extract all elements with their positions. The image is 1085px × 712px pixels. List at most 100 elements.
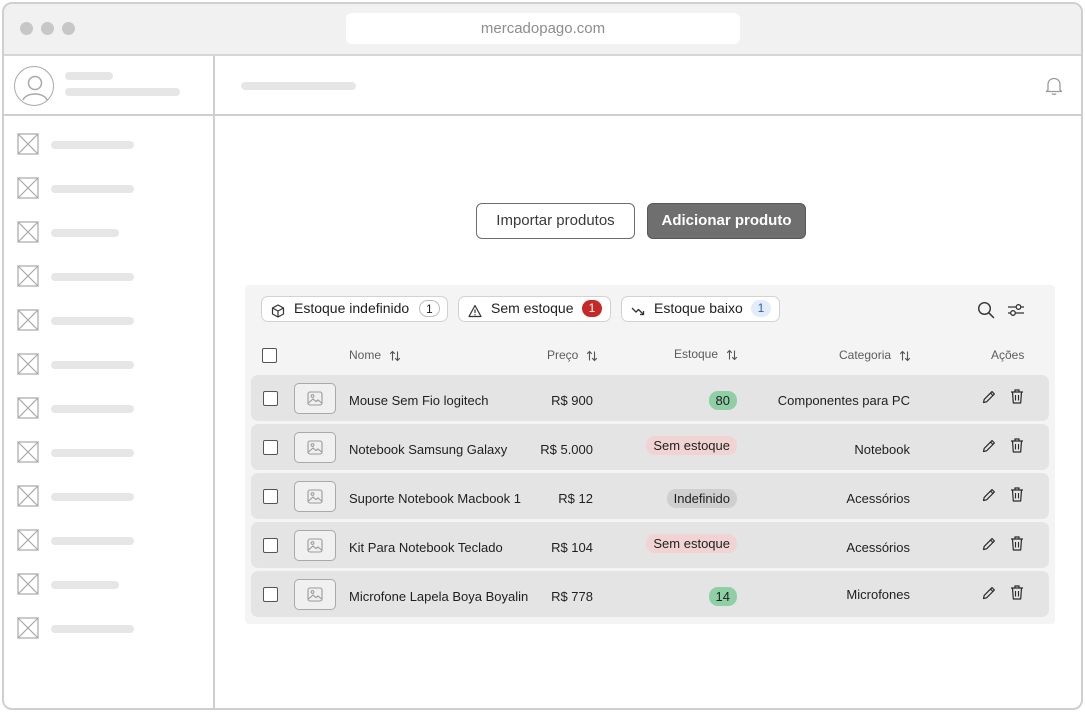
row-checkbox[interactable] bbox=[263, 587, 278, 602]
filter-chip-undefined-stock[interactable]: Estoque indefinido 1 bbox=[261, 296, 448, 322]
row-checkbox[interactable] bbox=[263, 391, 278, 406]
sidebar-item[interactable] bbox=[4, 529, 209, 553]
row-checkbox[interactable] bbox=[263, 489, 278, 504]
sidebar-item[interactable] bbox=[4, 397, 209, 421]
image-placeholder-icon bbox=[17, 485, 39, 507]
edit-icon[interactable] bbox=[981, 585, 997, 601]
product-name: Mouse Sem Fio logitech bbox=[349, 393, 489, 408]
browser-toolbar: mercadopago.com bbox=[4, 4, 1081, 56]
table-row[interactable]: Kit Para Notebook Teclado R$ 104 Sem estoq… bbox=[251, 522, 1049, 568]
product-category: Microfones bbox=[846, 587, 910, 602]
filter-chip-label: Sem estoque bbox=[491, 300, 574, 316]
edit-icon[interactable] bbox=[981, 389, 997, 405]
filter-chip-low-stock[interactable]: Estoque baixo 1 bbox=[621, 296, 780, 322]
delete-icon[interactable] bbox=[1009, 486, 1025, 502]
delete-icon[interactable] bbox=[1009, 437, 1025, 453]
sidebar-item[interactable] bbox=[4, 133, 209, 157]
filter-settings-icon[interactable] bbox=[1007, 301, 1025, 319]
profile-header[interactable] bbox=[4, 56, 213, 116]
sort-icon[interactable] bbox=[389, 350, 401, 362]
sidebar-item-label-placeholder bbox=[51, 449, 134, 457]
page-title-placeholder bbox=[241, 82, 356, 90]
sidebar-item-label-placeholder bbox=[51, 141, 134, 149]
sidebar-item[interactable] bbox=[4, 265, 209, 289]
table-row[interactable]: Suporte Notebook Macbook 1 R$ 12 Indefinid… bbox=[251, 473, 1049, 519]
box-icon bbox=[271, 302, 285, 318]
filter-chip-label: Estoque baixo bbox=[654, 300, 743, 316]
delete-icon[interactable] bbox=[1009, 388, 1025, 404]
column-header-category[interactable]: Categoria bbox=[839, 348, 911, 362]
stock-badge: Sem estoque bbox=[646, 436, 737, 455]
select-all-checkbox[interactable] bbox=[262, 348, 277, 363]
product-name: Kit Para Notebook Teclado bbox=[349, 540, 503, 555]
sidebar-item-label-placeholder bbox=[51, 405, 134, 413]
warning-icon bbox=[468, 302, 482, 318]
delete-icon[interactable] bbox=[1009, 584, 1025, 600]
sidebar-item[interactable] bbox=[4, 485, 209, 509]
sidebar-item[interactable] bbox=[4, 617, 209, 641]
product-category: Acessórios bbox=[846, 540, 910, 555]
column-header-label: Estoque bbox=[674, 347, 719, 361]
table-row[interactable]: Notebook Samsung Galaxy R$ 5.000 Sem estoq… bbox=[251, 424, 1049, 470]
edit-icon[interactable] bbox=[981, 536, 997, 552]
sidebar-item[interactable] bbox=[4, 353, 209, 377]
column-header-actions: Ações bbox=[991, 348, 1025, 362]
image-placeholder-icon bbox=[17, 441, 39, 463]
stock-badge: 80 bbox=[708, 391, 737, 410]
sidebar-item-label-placeholder bbox=[51, 229, 119, 237]
column-header-name[interactable]: Nome bbox=[349, 348, 401, 362]
image-icon bbox=[307, 538, 323, 553]
user-icon bbox=[22, 75, 48, 101]
stock-badge: Indefinido bbox=[666, 489, 737, 508]
image-placeholder-icon bbox=[17, 353, 39, 375]
address-bar[interactable]: mercadopago.com bbox=[346, 13, 740, 44]
top-bar bbox=[215, 56, 1081, 116]
delete-icon[interactable] bbox=[1009, 535, 1025, 551]
sort-icon[interactable] bbox=[586, 350, 598, 362]
notification-bell-icon[interactable] bbox=[1045, 76, 1063, 96]
import-products-button[interactable]: Importar produtos bbox=[476, 203, 635, 239]
product-thumbnail bbox=[294, 432, 336, 463]
sort-icon[interactable] bbox=[726, 349, 738, 361]
window-minimize-dot[interactable] bbox=[41, 22, 54, 35]
table-row[interactable]: Microfone Lapela Boya Boyalin R$ 778 14 Mic… bbox=[251, 571, 1049, 617]
sidebar-item[interactable] bbox=[4, 441, 209, 465]
avatar[interactable] bbox=[14, 66, 54, 106]
filter-chip-count: 1 bbox=[582, 300, 602, 317]
window-maximize-dot[interactable] bbox=[62, 22, 75, 35]
column-header-stock[interactable]: Estoque bbox=[674, 347, 738, 361]
image-placeholder-icon bbox=[17, 221, 39, 243]
product-category: Acessórios bbox=[846, 491, 910, 506]
sidebar-item[interactable] bbox=[4, 309, 209, 333]
add-product-button[interactable]: Adicionar produto bbox=[647, 203, 806, 239]
edit-icon[interactable] bbox=[981, 487, 997, 503]
sidebar-item[interactable] bbox=[4, 177, 209, 201]
stock-badge: Sem estoque bbox=[646, 534, 737, 553]
sidebar-item-label-placeholder bbox=[51, 581, 119, 589]
search-icon[interactable] bbox=[977, 301, 995, 319]
image-icon bbox=[307, 587, 323, 602]
trend-down-icon bbox=[631, 302, 645, 316]
table-row[interactable]: Mouse Sem Fio logitech R$ 900 80 Componente… bbox=[251, 375, 1049, 421]
sort-icon[interactable] bbox=[899, 350, 911, 362]
filter-chip-out-of-stock[interactable]: Sem estoque 1 bbox=[458, 296, 611, 322]
image-placeholder-icon bbox=[17, 133, 39, 155]
image-icon bbox=[307, 440, 323, 455]
row-checkbox[interactable] bbox=[263, 538, 278, 553]
filter-chip-count: 1 bbox=[419, 300, 440, 317]
column-header-price[interactable]: Preço bbox=[547, 348, 598, 362]
product-name: Notebook Samsung Galaxy bbox=[349, 442, 508, 457]
sidebar-item[interactable] bbox=[4, 221, 209, 245]
filter-chip-label: Estoque indefinido bbox=[294, 300, 410, 316]
filter-chip-count: 1 bbox=[751, 300, 771, 317]
window-close-dot[interactable] bbox=[20, 22, 33, 35]
row-checkbox[interactable] bbox=[263, 440, 278, 455]
product-price: R$ 104 bbox=[551, 540, 593, 555]
image-icon bbox=[307, 489, 323, 504]
edit-icon[interactable] bbox=[981, 438, 997, 454]
column-header-label: Preço bbox=[547, 348, 579, 362]
sidebar-item-label-placeholder bbox=[51, 625, 134, 633]
image-icon bbox=[307, 391, 323, 406]
sidebar-item[interactable] bbox=[4, 573, 209, 597]
sidebar-item-label-placeholder bbox=[51, 185, 134, 193]
